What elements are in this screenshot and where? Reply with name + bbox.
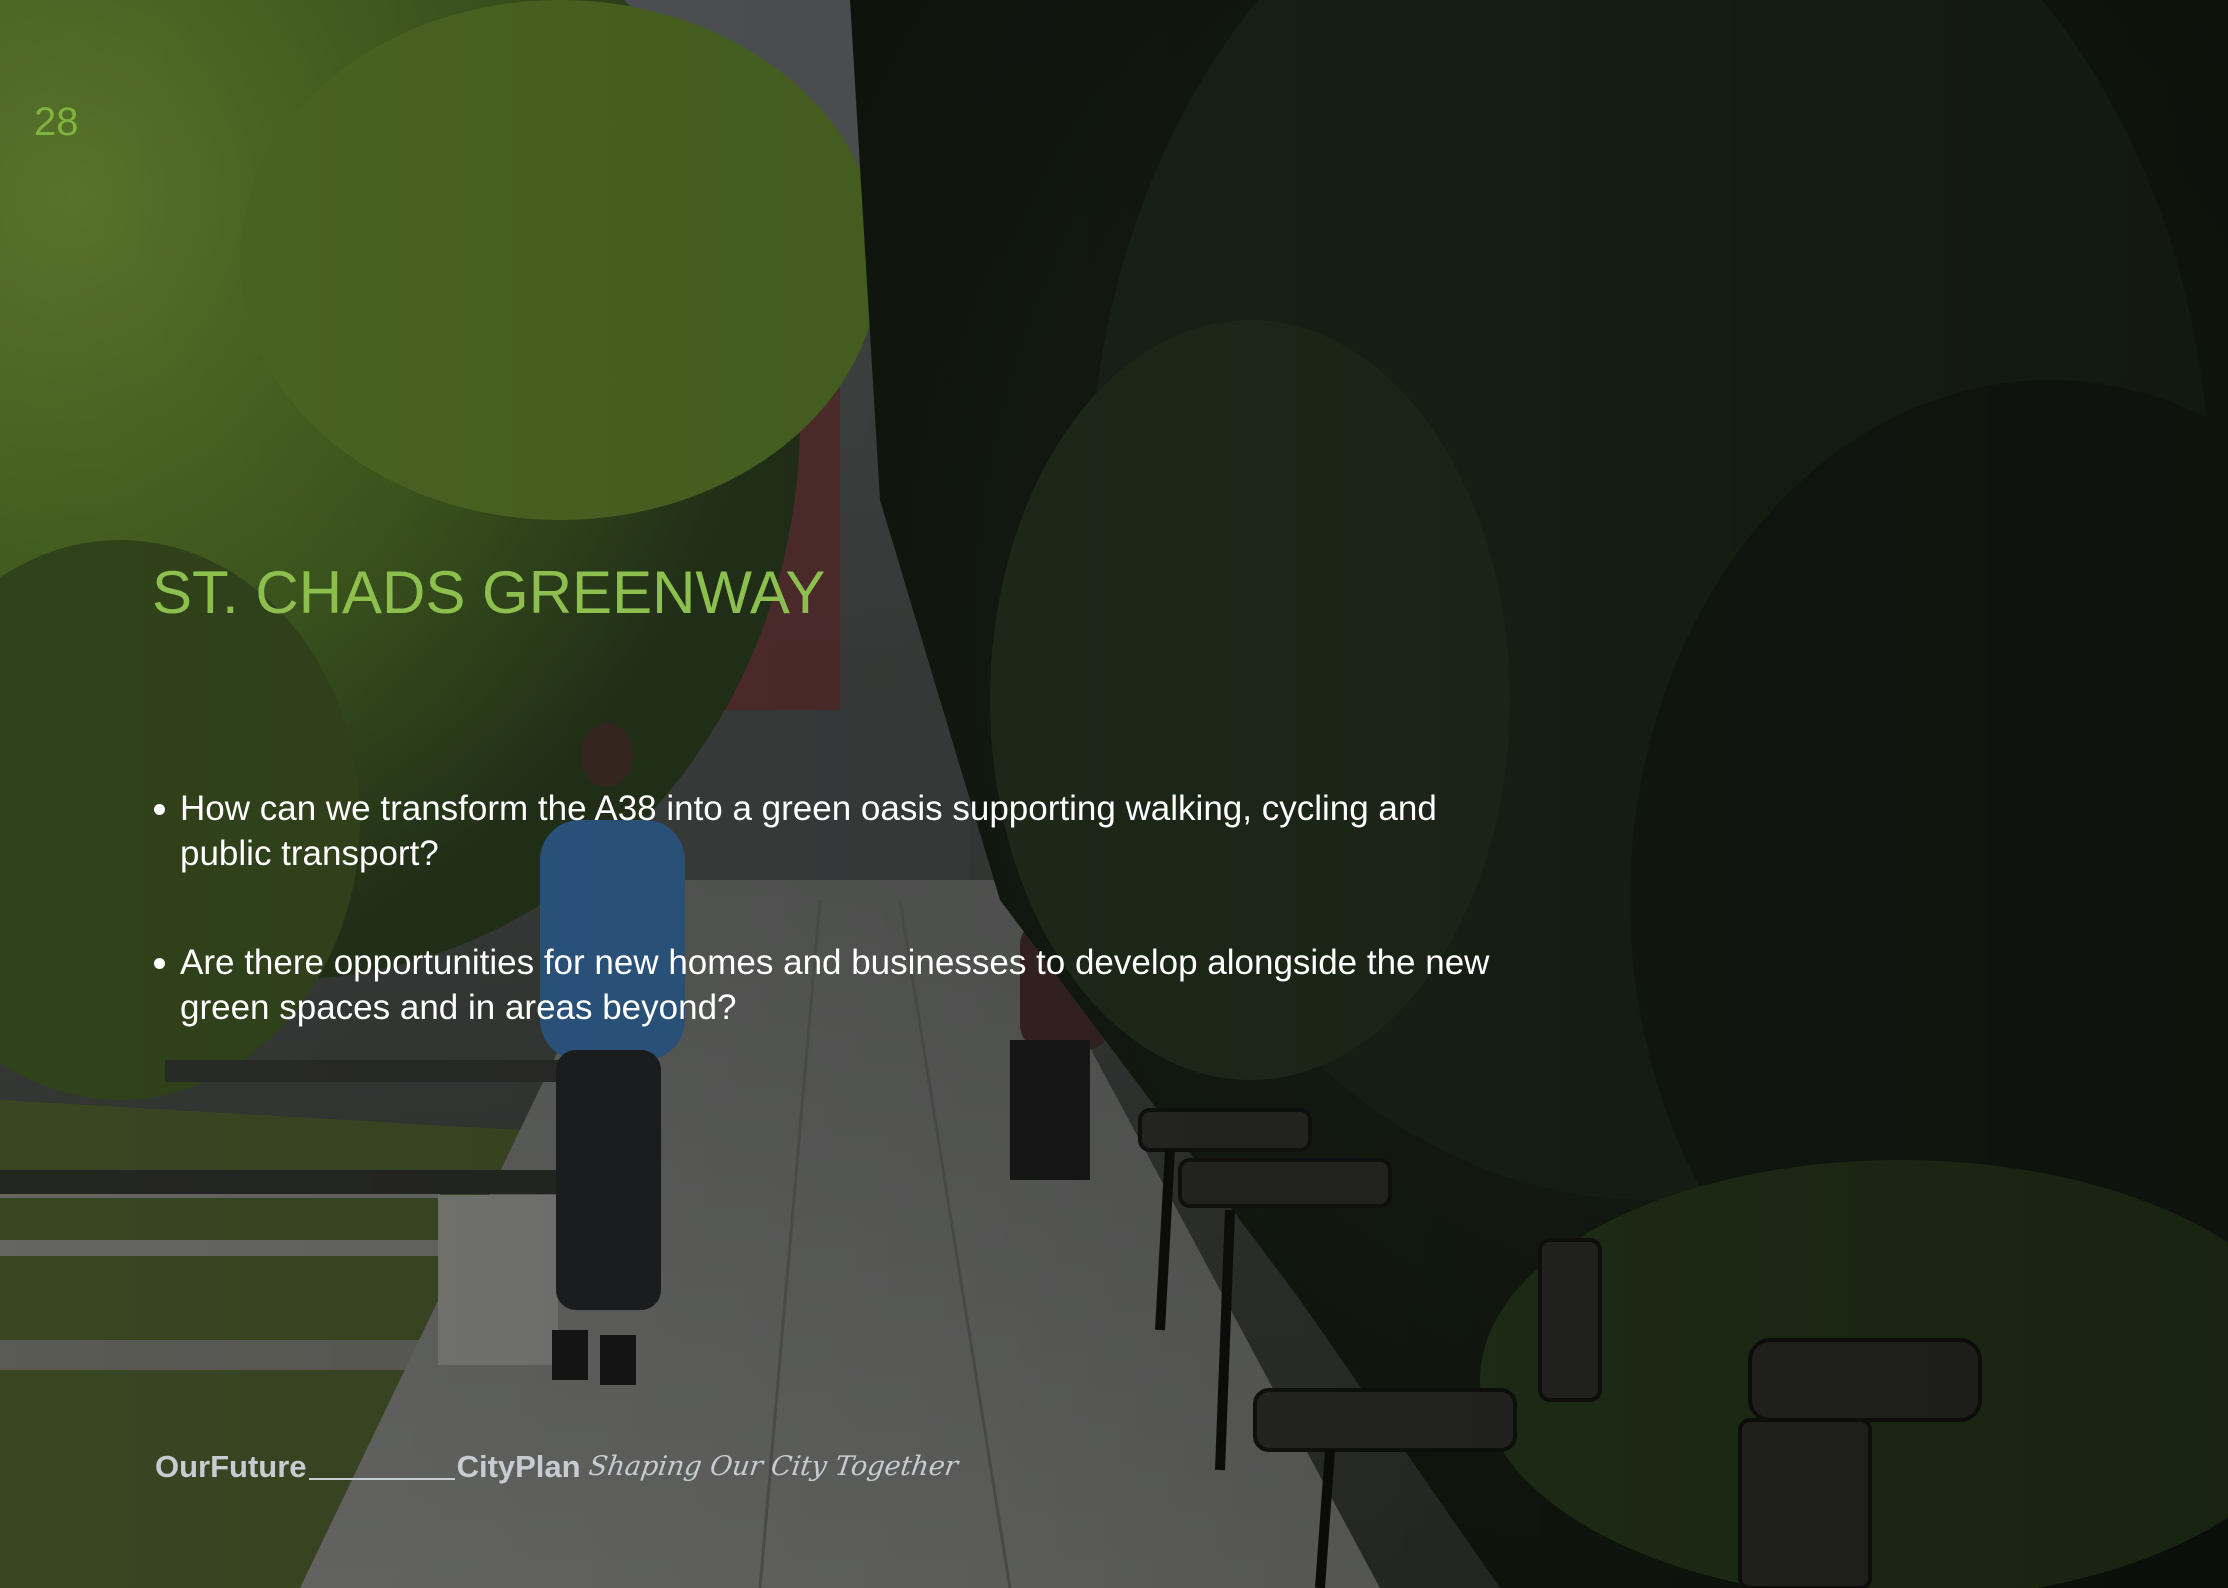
brand-name-cityplan: CityPlan: [456, 1449, 581, 1484]
brand-tagline: Shaping Our City Together: [586, 1451, 960, 1482]
footer-brand-logo: OurFuture CityPlan Shaping Our City Toge…: [155, 1444, 960, 1484]
brand-name-ourfuture: OurFuture: [155, 1449, 307, 1484]
page-number: 28: [34, 100, 79, 144]
page-title: ST. CHADS GREENWAY: [152, 559, 826, 626]
bullet-item: Are there opportunities for new homes an…: [152, 940, 1492, 1030]
document-page: 28 ST. CHADS GREENWAY How can we transfo…: [0, 0, 2228, 1588]
brand-underline: [308, 1478, 455, 1480]
bullet-item: How can we transform the A38 into a gree…: [152, 786, 1492, 876]
bullet-list: How can we transform the A38 into a gree…: [152, 786, 1492, 1094]
